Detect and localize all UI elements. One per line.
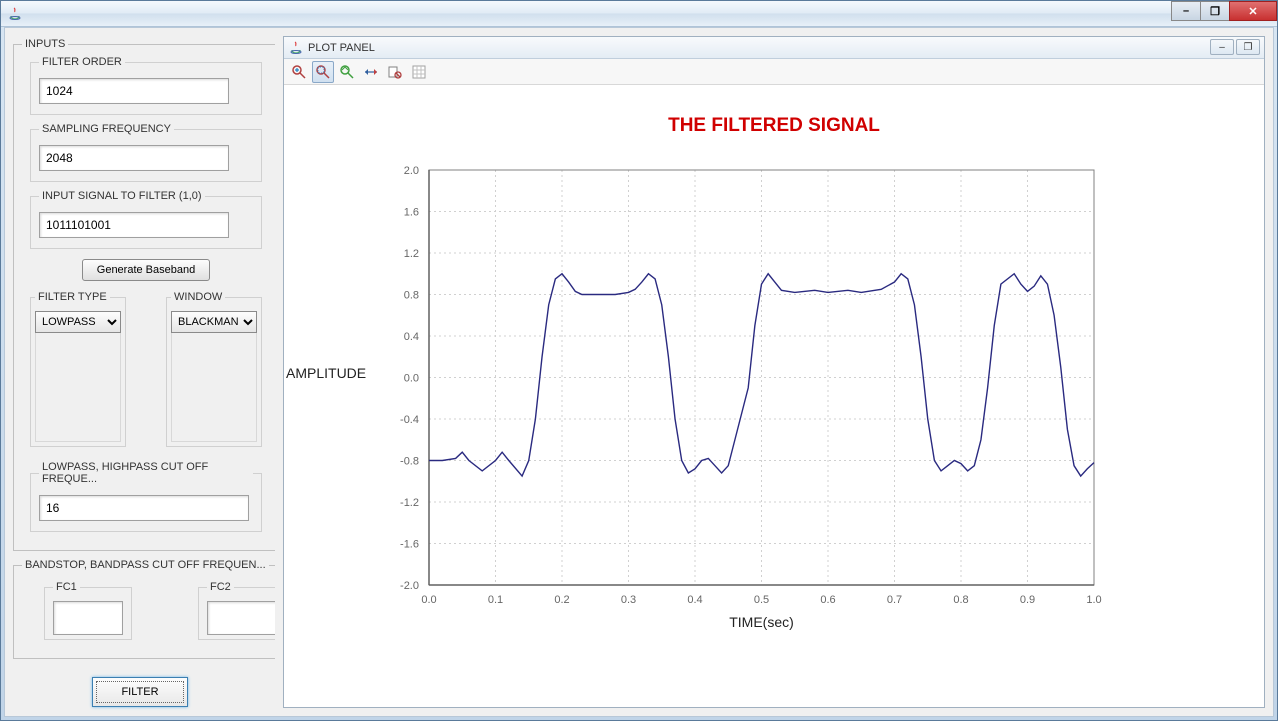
fc2-group: FC2 [198,581,286,640]
svg-text:0.1: 0.1 [488,594,503,606]
fc2-label: FC2 [207,581,234,593]
svg-text:-0.8: -0.8 [400,456,419,468]
close-button[interactable]: ✕ [1229,1,1277,21]
chart-title: THE FILTERED SIGNAL [284,115,1264,137]
svg-text:TIME(sec): TIME(sec) [729,614,794,630]
filter-type-label: FILTER TYPE [35,291,110,303]
svg-text:0.6: 0.6 [820,594,835,606]
bandstop-legend: BANDSTOP, BANDPASS CUT OFF FREQUEN... [22,559,269,571]
input-signal-input[interactable] [39,212,229,238]
svg-text:0.2: 0.2 [554,594,569,606]
fc1-input[interactable] [53,601,123,635]
svg-text:1.6: 1.6 [404,207,419,219]
svg-text:0.8: 0.8 [404,290,419,302]
svg-text:-2.0: -2.0 [400,580,419,592]
svg-text:1.0: 1.0 [1086,594,1101,606]
reset-icon[interactable] [384,61,406,83]
minimize-button[interactable]: – [1171,1,1201,21]
bandstop-fieldset: BANDSTOP, BANDPASS CUT OFF FREQUEN... FC… [13,559,303,659]
grid-icon[interactable] [408,61,430,83]
inputs-fieldset: INPUTS FILTER ORDER SAMPLING FREQUENCY I… [13,38,279,551]
plot-region: THE FILTERED SIGNAL AMPLITUDE 0.00.10.20… [284,85,1264,707]
svg-text:0.4: 0.4 [687,594,702,606]
sampling-freq-label: SAMPLING FREQUENCY [39,123,174,135]
zoom-in-icon[interactable] [288,61,310,83]
plot-area: PLOT PANEL – ❐ THE FILTERED SIGNAL [275,28,1273,716]
svg-text:0.0: 0.0 [421,594,436,606]
inputs-legend: INPUTS [22,38,68,50]
plot-maximize-button[interactable]: ❐ [1236,39,1260,55]
svg-text:0.3: 0.3 [621,594,636,606]
window-select[interactable]: BLACKMAN [171,311,257,333]
cutoff-lphp-label: LOWPASS, HIGHPASS CUT OFF FREQUE... [39,461,253,485]
filter-type-select[interactable]: LOWPASS [35,311,121,333]
sampling-freq-group: SAMPLING FREQUENCY [30,123,262,182]
cutoff-lphp-input[interactable] [39,495,249,521]
svg-text:1.2: 1.2 [404,248,419,260]
svg-text:2.0: 2.0 [404,165,419,177]
generate-baseband-button[interactable]: Generate Baseband [82,259,210,281]
filter-button[interactable]: FILTER [92,677,188,707]
window-controls: – ❐ ✕ [1172,1,1277,21]
chart-svg: 0.0 0.1 0.2 0.3 0.4 0.5 0.6 0.7 0.8 0.9 1.0 -2.0 -1.… [284,160,1244,720]
svg-text:0.7: 0.7 [887,594,902,606]
app-titlebar[interactable]: – ❐ ✕ [1,1,1277,27]
app-window: – ❐ ✕ INPUTS FILTER ORDER SAMPLING FREQU… [0,0,1278,721]
filter-type-group: FILTER TYPE LOWPASS [30,291,126,447]
fc1-group: FC1 [44,581,132,640]
plot-panel-titlebar[interactable]: PLOT PANEL – ❐ [284,37,1264,59]
filter-order-input[interactable] [39,78,229,104]
svg-text:-1.6: -1.6 [400,539,419,551]
fc2-input[interactable] [207,601,277,635]
svg-text:0.9: 0.9 [1020,594,1035,606]
input-signal-group: INPUT SIGNAL TO FILTER (1,0) [30,190,262,249]
zoom-box-icon[interactable] [312,61,334,83]
filter-type-space [35,332,121,442]
maximize-button[interactable]: ❐ [1200,1,1230,21]
sampling-freq-input[interactable] [39,145,229,171]
svg-text:-1.2: -1.2 [400,497,419,509]
window-group: WINDOW BLACKMAN [166,291,262,447]
content-area: INPUTS FILTER ORDER SAMPLING FREQUENCY I… [4,27,1274,717]
plot-toolbar [284,59,1264,85]
plot-panel-title: PLOT PANEL [308,42,375,54]
input-signal-label: INPUT SIGNAL TO FILTER (1,0) [39,190,205,202]
plot-minimize-button[interactable]: – [1210,39,1234,55]
svg-text:0.5: 0.5 [754,594,769,606]
window-label: WINDOW [171,291,225,303]
filter-order-label: FILTER ORDER [39,56,125,68]
svg-text:0.0: 0.0 [404,373,419,385]
filter-order-group: FILTER ORDER [30,56,262,115]
cutoff-lphp-group: LOWPASS, HIGHPASS CUT OFF FREQUE... [30,461,262,532]
fc1-label: FC1 [53,581,80,593]
plot-panel-window: PLOT PANEL – ❐ THE FILTERED SIGNAL [283,36,1265,708]
zoom-fit-icon[interactable] [336,61,358,83]
pan-icon[interactable] [360,61,382,83]
svg-text:0.4: 0.4 [404,331,419,343]
inputs-panel: INPUTS FILTER ORDER SAMPLING FREQUENCY I… [5,28,275,716]
svg-text:-0.4: -0.4 [400,414,419,426]
java-icon [7,6,23,22]
window-space [171,332,257,442]
java-icon [288,40,304,56]
svg-text:0.8: 0.8 [953,594,968,606]
